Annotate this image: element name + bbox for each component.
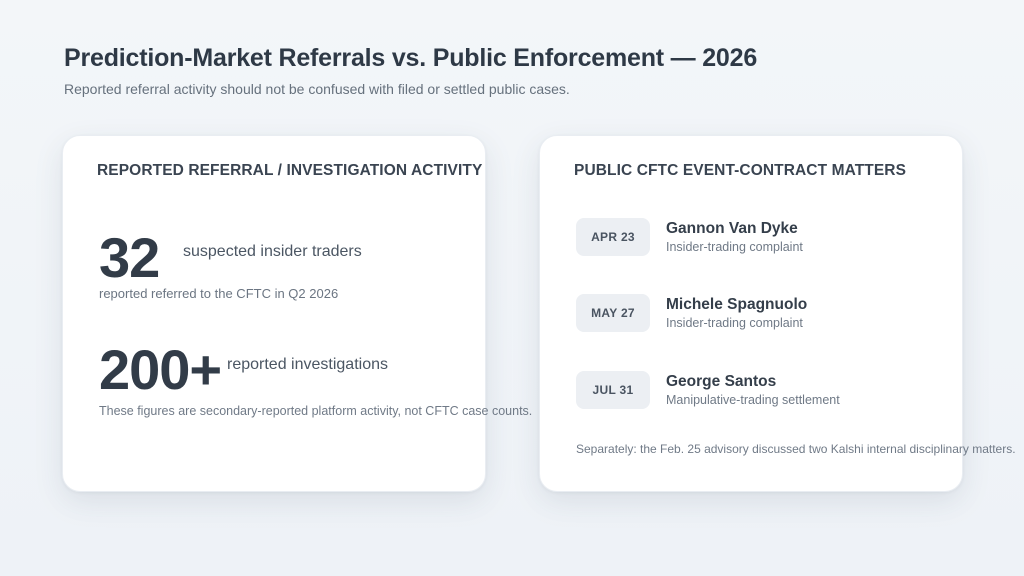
- cftc-footnote: Separately: the Feb. 25 advisory discuss…: [576, 442, 1016, 456]
- cftc-card-heading: PUBLIC CFTC EVENT-CONTRACT MATTERS: [574, 162, 907, 179]
- event-date-badge: MAY 27: [576, 294, 650, 332]
- event-party-name: George Santos: [666, 373, 777, 390]
- insider-traders-note: reported referred to the CFTC in Q2 2026: [99, 286, 339, 301]
- referral-footnote: These figures are secondary-reported pla…: [99, 404, 533, 418]
- cftc-matters-card: PUBLIC CFTC EVENT-CONTRACT MATTERS APR 2…: [539, 135, 1016, 492]
- page-subtitle: Reported referral activity should not be…: [64, 81, 570, 97]
- investigations-count: 200+: [99, 338, 222, 401]
- event-date-badge: APR 23: [576, 218, 650, 256]
- referral-activity-card: REPORTED REFERRAL / INVESTIGATION ACTIVI…: [62, 135, 532, 492]
- event-description: Insider-trading complaint: [666, 316, 803, 330]
- event-party-name: Michele Spagnuolo: [666, 296, 808, 313]
- event-description: Insider-trading complaint: [666, 240, 803, 254]
- page-title: Prediction-Market Referrals vs. Public E…: [64, 44, 758, 72]
- event-row: MAY 27 Michele Spagnuolo Insider-trading…: [576, 294, 936, 334]
- insider-traders-label: suspected insider traders: [183, 243, 362, 260]
- event-date-badge: JUL 31: [576, 371, 650, 409]
- event-row: JUL 31 George Santos Manipulative-tradin…: [576, 371, 936, 411]
- referral-card-heading: REPORTED REFERRAL / INVESTIGATION ACTIVI…: [97, 162, 483, 179]
- event-description: Manipulative-trading settlement: [666, 393, 840, 407]
- event-row: APR 23 Gannon Van Dyke Insider-trading c…: [576, 218, 936, 258]
- event-party-name: Gannon Van Dyke: [666, 220, 798, 237]
- insider-traders-count: 32: [99, 226, 160, 289]
- investigations-label: reported investigations: [227, 356, 388, 373]
